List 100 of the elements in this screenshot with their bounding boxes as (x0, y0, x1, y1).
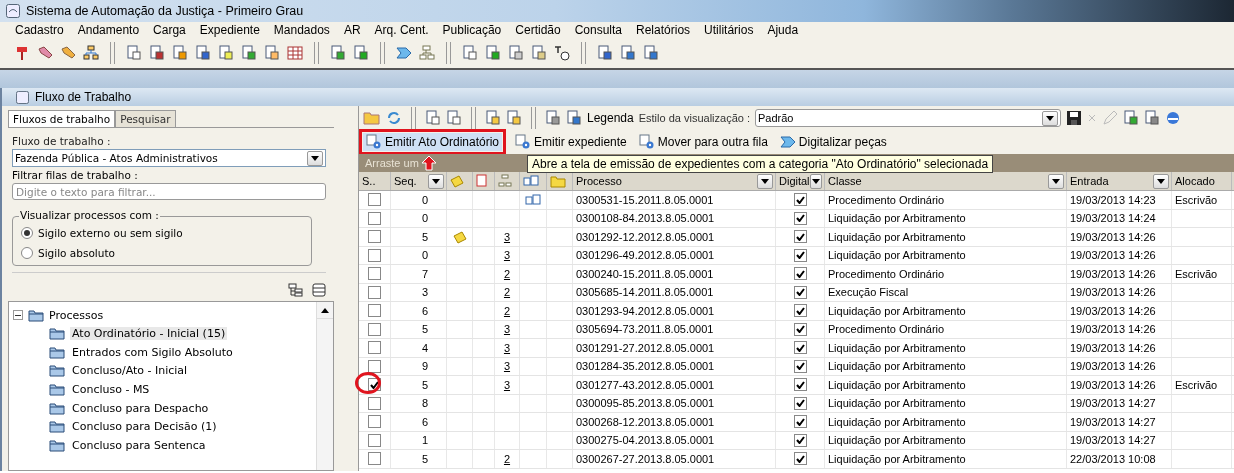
row-checkbox[interactable] (368, 396, 381, 410)
count-link[interactable]: 3 (503, 230, 511, 243)
action-button[interactable]: Emitir expediente (512, 133, 630, 151)
style-dropdown[interactable]: Padrão (755, 109, 1061, 127)
table-row[interactable]: 6 2 0301293-94.2012.8.05.0001 Liquidação por Arbitramento 19/03/2013 14:26 (359, 302, 1234, 321)
window-icon[interactable] (1144, 110, 1160, 126)
digital-checkbox[interactable] (793, 211, 807, 225)
tree-expand-icon[interactable] (288, 283, 304, 297)
tab[interactable]: Pesquisar (115, 110, 176, 127)
count-link[interactable]: 2 (503, 286, 511, 299)
row-checkbox[interactable] (368, 415, 381, 429)
column-header[interactable]: Entrada (1067, 172, 1172, 190)
digital-checkbox[interactable] (793, 193, 807, 207)
column-header[interactable]: Digital (776, 172, 825, 190)
table-row[interactable]: 4 3 0301291-27.2012.8.05.0001 Liquidação por Arbitramento 19/03/2013 14:26 (359, 339, 1234, 358)
digital-checkbox[interactable] (793, 415, 807, 429)
tree-item[interactable]: Concluso - MS (70, 382, 152, 396)
scrollbar[interactable] (316, 302, 333, 470)
tree-item[interactable]: Processos (49, 308, 104, 322)
count-link[interactable]: 3 (503, 341, 511, 354)
menu-item[interactable]: Expediente (192, 23, 267, 37)
row-checkbox[interactable] (368, 230, 381, 244)
table-icon[interactable] (287, 45, 303, 61)
link-icon[interactable] (523, 175, 539, 187)
legend-button[interactable]: Legenda (587, 111, 634, 125)
count-link[interactable]: 2 (503, 267, 511, 280)
digital-checkbox[interactable] (793, 322, 807, 336)
table-row[interactable]: 0 3 0301296-49.2012.8.05.0001 Liquidação por Arbitramento 19/03/2013 14:26 (359, 246, 1234, 265)
count-link[interactable]: 3 (503, 249, 511, 262)
table-row[interactable]: 9 3 0301284-35.2012.8.05.0001 Liquidação por Arbitramento 19/03/2013 14:26 (359, 357, 1234, 376)
menu-item[interactable]: Arq. Cent. (367, 23, 436, 37)
workflow-dropdown[interactable]: Fazenda Pública - Atos Administrativos (12, 149, 326, 167)
count-link[interactable]: 3 (503, 360, 511, 373)
table-row[interactable]: 7 2 0300240-15.2011.8.05.0001 Procedimento Ordinário 19/03/2013 14:26 Escrivão (359, 265, 1234, 284)
menu-item[interactable]: Ajuda (760, 23, 806, 37)
digital-checkbox[interactable] (793, 248, 807, 262)
arrow-shape-icon[interactable] (396, 45, 412, 61)
radio-button[interactable] (21, 247, 33, 259)
row-checkbox[interactable] (368, 359, 381, 373)
refresh-icon[interactable] (386, 110, 402, 126)
menu-item[interactable]: Relatórios (629, 23, 698, 37)
digital-checkbox[interactable] (793, 267, 807, 281)
tree-item[interactable]: Concluso para Decisão (1) (70, 420, 219, 434)
table-row[interactable]: 0 0300108-84.2013.8.05.0001 Liquidação por Arbitramento 19/03/2013 14:24 (359, 209, 1234, 228)
splitter[interactable] (340, 106, 359, 471)
document-icon[interactable] (149, 45, 165, 61)
count-link[interactable]: 2 (503, 452, 511, 465)
row-checkbox[interactable] (368, 304, 381, 318)
document-icon[interactable] (485, 45, 501, 61)
tree-item[interactable]: Entrados com Sigilo Absoluto (70, 345, 235, 359)
filter-field[interactable]: Digite o texto para filtrar... (12, 183, 326, 200)
scroll-up-icon[interactable] (321, 307, 329, 313)
digital-checkbox[interactable] (793, 230, 807, 244)
table-row[interactable]: 5 2 0300267-27.2013.8.05.0001 Liquidação por Arbitramento 22/03/2013 10:08 (359, 450, 1234, 469)
count-link[interactable]: 3 (503, 378, 511, 391)
table-row[interactable]: 0 0300531-15.2011.8.05.0001 Procedimento Ordinário 19/03/2013 14:23 Escrivão (359, 191, 1234, 210)
menu-item[interactable]: Mandados (266, 23, 337, 37)
row-checkbox[interactable] (368, 285, 381, 299)
table-row[interactable]: 8 0300095-85.2013.8.05.0001 Liquidação por Arbitramento 19/03/2013 14:27 (359, 394, 1234, 413)
digital-checkbox[interactable] (793, 378, 807, 392)
row-checkbox[interactable] (368, 433, 381, 447)
table-row[interactable]: 5 3 0301292-12.2012.8.05.0001 Liquidação por Arbitramento 19/03/2013 14:26 (359, 228, 1234, 247)
tag-icon[interactable] (60, 45, 76, 61)
document-icon[interactable] (264, 45, 280, 61)
row-checkbox[interactable] (368, 211, 381, 225)
tab[interactable]: Fluxos de trabalho (8, 110, 116, 127)
count-link[interactable]: 3 (503, 323, 511, 336)
menu-item[interactable]: Andamento (70, 23, 147, 37)
radio-button[interactable] (21, 227, 33, 239)
tree-item[interactable]: Concluso para Sentenca (70, 438, 208, 452)
digital-checkbox[interactable] (793, 304, 807, 318)
row-checkbox[interactable] (368, 452, 381, 466)
digital-checkbox[interactable] (793, 341, 807, 355)
row-checkbox[interactable] (368, 193, 381, 207)
menu-item[interactable]: Publicação (435, 23, 509, 37)
table-row[interactable]: 5 3 0305694-73.2011.8.05.0001 Procedimento Ordinário 19/03/2013 14:26 (359, 320, 1234, 339)
row-checkbox[interactable] (368, 341, 381, 355)
tree-item[interactable]: Concluso para Despacho (70, 401, 211, 415)
save-icon[interactable] (1066, 110, 1082, 126)
menu-item[interactable]: Consulta (567, 23, 630, 37)
digital-checkbox[interactable] (793, 433, 807, 447)
digital-checkbox[interactable] (793, 452, 807, 466)
flowchart-icon[interactable] (419, 45, 435, 61)
tree-item[interactable]: Ato Ordinatório - Inicial (15) (70, 326, 228, 340)
document-icon[interactable] (476, 174, 488, 188)
column-header[interactable]: Alocado (1172, 172, 1232, 190)
menu-item[interactable]: Utilitários (697, 23, 761, 37)
collapse-toggle[interactable] (13, 310, 23, 320)
table-row[interactable]: 3 2 0305685-14.2011.8.05.0001 Execução Fiscal 19/03/2013 14:26 (359, 283, 1234, 302)
menu-item[interactable]: Cadastro (8, 23, 71, 37)
menu-item[interactable]: Certidão (508, 23, 568, 37)
count-link[interactable]: 2 (503, 304, 511, 317)
digital-checkbox[interactable] (793, 285, 807, 299)
table-row[interactable]: 1 0300275-04.2013.8.05.0001 Liquidação por Arbitramento 19/03/2013 14:27 (359, 431, 1234, 450)
digital-checkbox[interactable] (793, 396, 807, 410)
table-row[interactable]: 5 3 0301277-43.2012.8.05.0001 Liquidação por Arbitramento 19/03/2013 14:26 Escrivão (359, 376, 1234, 395)
row-checkbox[interactable] (368, 267, 381, 281)
document-icon[interactable] (172, 45, 188, 61)
digital-checkbox[interactable] (793, 359, 807, 373)
row-checkbox[interactable] (368, 248, 381, 262)
